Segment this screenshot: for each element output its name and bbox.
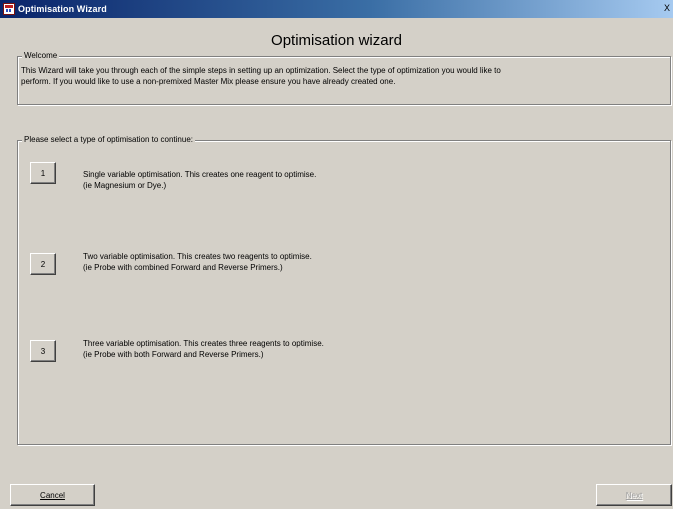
cancel-button[interactable]: Cancel	[10, 484, 95, 506]
welcome-legend: Welcome	[22, 51, 60, 61]
option-1-description: Single variable optimisation. This creat…	[83, 169, 316, 191]
window-title: Optimisation Wizard	[18, 4, 107, 14]
option-1-line-2: (ie Magnesium or Dye.)	[83, 181, 167, 190]
optimisation-type-legend: Please select a type of optimisation to …	[22, 135, 195, 145]
option-2-line-2: (ie Probe with combined Forward and Reve…	[83, 263, 283, 272]
title-bar[interactable]: Optimisation Wizard X	[0, 0, 673, 18]
cancel-button-label: Cancel	[40, 490, 65, 500]
app-icon	[3, 3, 15, 15]
welcome-text: This Wizard will take you through each o…	[21, 65, 662, 87]
option-3-line-1: Three variable optimisation. This create…	[83, 339, 324, 348]
option-2-button[interactable]: 2	[30, 253, 56, 275]
welcome-line-2: perform. If you would like to use a non-…	[21, 77, 396, 86]
option-3-button[interactable]: 3	[30, 340, 56, 362]
next-button-label: Next	[625, 490, 643, 500]
option-3-description: Three variable optimisation. This create…	[83, 338, 324, 360]
option-1-button[interactable]: 1	[30, 162, 56, 184]
option-3-line-2: (ie Probe with both Forward and Reverse …	[83, 350, 264, 359]
option-1-line-1: Single variable optimisation. This creat…	[83, 170, 317, 179]
option-2-description: Two variable optimisation. This creates …	[83, 251, 312, 273]
welcome-group: Welcome This Wizard will take you throug…	[17, 51, 671, 105]
option-2-line-1: Two variable optimisation. This creates …	[83, 252, 312, 261]
close-icon[interactable]: X	[662, 2, 672, 14]
next-button[interactable]: Next	[596, 484, 672, 506]
welcome-line-1: This Wizard will take you through each o…	[21, 66, 501, 75]
page-title: Optimisation wizard	[271, 32, 402, 49]
